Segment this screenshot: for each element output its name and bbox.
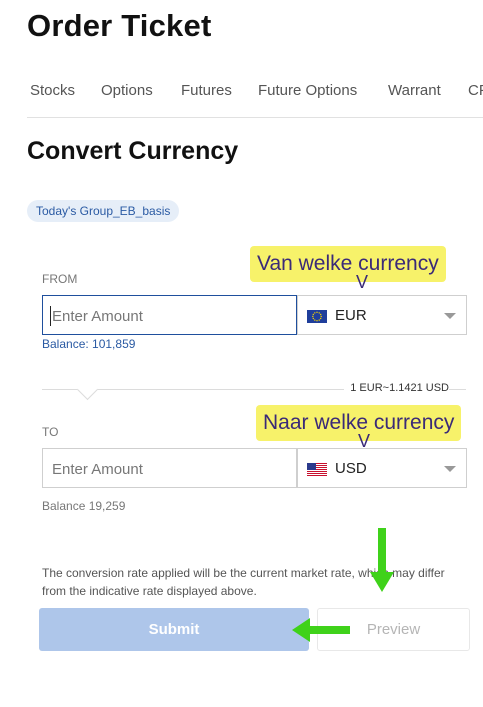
from-currency-select[interactable]: EUR [297,295,467,335]
tab-future-options[interactable]: Future Options [258,82,357,99]
to-label: TO [42,425,59,439]
from-label: FROM [42,272,78,286]
from-currency-code: EUR [335,307,367,324]
tab-futures[interactable]: Futures [181,82,232,99]
exchange-rate: 1 EUR~1.1421 USD [344,382,449,394]
to-balance: Balance 19,259 [42,499,126,513]
section-title: Convert Currency [27,137,239,165]
from-currency-callout: Van welke currency [250,246,446,282]
chevron-down-icon [444,466,456,472]
to-amount-placeholder: Enter Amount [52,461,143,478]
rate-divider-notch [76,378,99,401]
to-currency-select[interactable]: USD [297,448,467,488]
us-flag-icon [307,463,327,476]
text-caret [50,306,51,326]
green-arrow-down-icon [370,528,394,592]
green-arrow-left-icon [292,618,350,642]
from-amount-input[interactable]: Enter Amount [42,295,297,335]
tab-stocks[interactable]: Stocks [30,82,75,99]
submit-button[interactable]: Submit [39,608,309,651]
eu-flag-icon [307,310,327,323]
group-badge: Today's Group_EB_basis [27,200,180,222]
tab-options[interactable]: Options [101,82,153,99]
tab-cf[interactable]: CF [468,82,483,99]
to-callout-marker: V [358,431,371,451]
to-amount-input[interactable]: Enter Amount [42,448,297,488]
from-balance: Balance: 101,859 [42,337,136,351]
to-currency-code: USD [335,460,367,477]
from-callout-marker: V [356,272,369,292]
page-title: Order Ticket [27,8,212,43]
tabs-divider [27,117,483,118]
chevron-down-icon [444,313,456,319]
from-amount-placeholder: Enter Amount [52,308,143,325]
tab-warrant[interactable]: Warrant [388,82,441,99]
